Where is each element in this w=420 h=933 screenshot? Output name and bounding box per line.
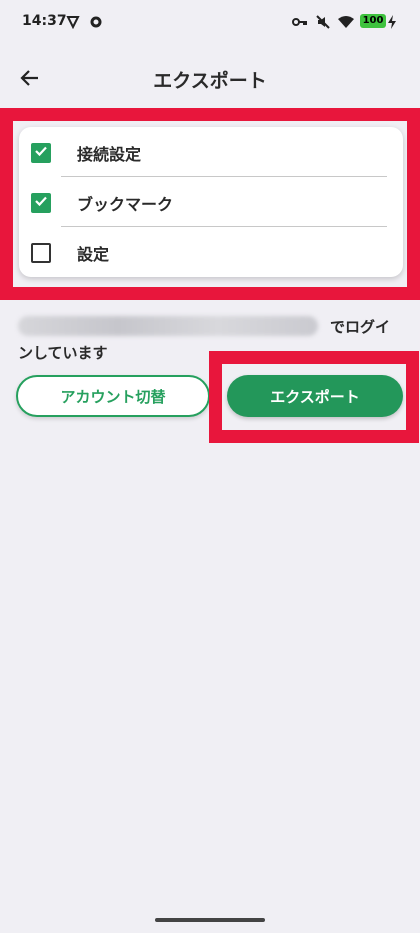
mute-icon (316, 14, 330, 33)
highlight-frame-export (209, 351, 419, 443)
page-title: エクスポート (153, 70, 267, 92)
highlight-frame-options (0, 108, 420, 300)
status-time: 14:37 (22, 13, 67, 29)
login-line2: ンしています (18, 344, 108, 362)
shield-icon (66, 14, 80, 33)
home-indicator[interactable] (155, 918, 265, 922)
battery-indicator: 100 (360, 14, 386, 28)
key-icon (292, 14, 308, 33)
gear-icon (89, 14, 103, 33)
login-suffix: でログイ (330, 318, 391, 336)
switch-account-button[interactable]: アカウント切替 (16, 375, 210, 417)
wifi-icon (337, 14, 355, 33)
blurred-email (18, 316, 318, 336)
status-bar: 14:37 100 (0, 0, 420, 44)
app-header: エクスポート (0, 52, 420, 108)
charging-icon (387, 14, 397, 33)
